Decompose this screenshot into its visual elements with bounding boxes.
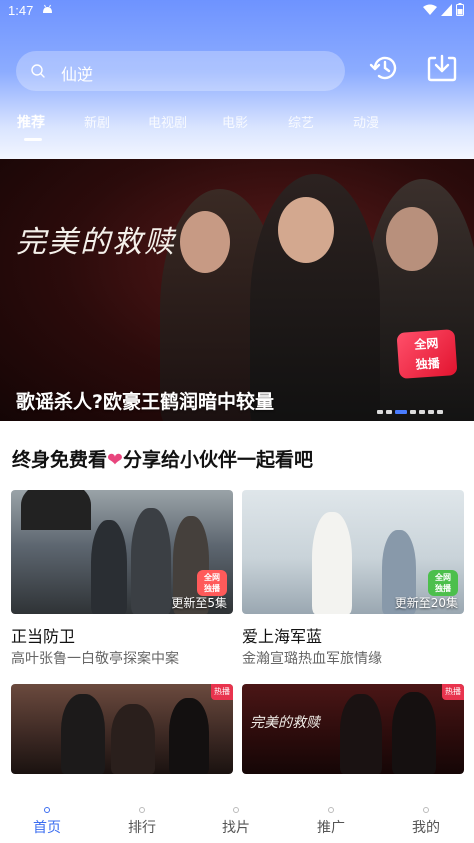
- banner-face: [386, 207, 438, 271]
- carousel-dot[interactable]: [428, 410, 434, 414]
- hero-banner[interactable]: 完美的救赎 全网 独播 歌谣杀人?欧豪王鹤润暗中较量: [0, 159, 474, 421]
- promote-icon: [328, 807, 334, 813]
- badge-line: 全网: [204, 573, 220, 582]
- promo-heading: 终身免费看❤分享给小伙伴一起看吧: [12, 445, 313, 472]
- show-poster: 完美的救赎 热播: [242, 684, 464, 774]
- show-card[interactable]: 热播: [11, 684, 233, 774]
- exclusive-badge: 全网 独播: [428, 570, 458, 596]
- episode-update: 更新至5集: [171, 596, 227, 610]
- poster-figure: [340, 694, 382, 774]
- status-bar: 1:47: [0, 0, 474, 22]
- ranking-icon: [139, 807, 145, 813]
- tabbar-ranking[interactable]: 排行: [112, 795, 172, 837]
- poster-figure: [392, 692, 436, 774]
- battery-icon: [456, 3, 464, 16]
- carousel-dot[interactable]: [437, 410, 443, 414]
- history-icon[interactable]: [369, 52, 401, 84]
- hot-tag: 热播: [211, 684, 233, 700]
- tab-new-drama[interactable]: 新剧: [84, 112, 110, 131]
- exclusive-badge: 全网 独播: [197, 570, 227, 596]
- home-icon: [44, 807, 50, 813]
- header-area: 1:47 仙逆 推荐 新剧 电视剧 电影 综艺 动漫: [0, 0, 474, 159]
- active-tab-indicator: [24, 138, 42, 141]
- show-description: 高叶张鲁一白敬亭探案中案: [11, 651, 179, 667]
- banner-face: [180, 211, 230, 273]
- tab-variety[interactable]: 综艺: [288, 112, 314, 131]
- bottom-tab-bar: 首页 排行 找片 推广 我的: [0, 795, 474, 843]
- show-title: 爱上海军蓝: [242, 627, 323, 646]
- profile-icon: [423, 807, 429, 813]
- exclusive-badge: 全网 独播: [396, 329, 458, 379]
- download-icon[interactable]: [426, 52, 458, 84]
- banner-face: [278, 197, 334, 263]
- tabbar-label: 首页: [33, 820, 61, 836]
- tab-tv-series[interactable]: 电视剧: [148, 112, 187, 131]
- show-poster: 全网 独播 更新至5集: [11, 490, 233, 614]
- tabbar-label: 找片: [222, 820, 250, 836]
- badge-line: 独播: [435, 584, 451, 593]
- search-bar[interactable]: 仙逆: [16, 51, 345, 91]
- tabbar-label: 我的: [412, 820, 440, 836]
- badge-line: 全网: [435, 573, 451, 582]
- tab-movies[interactable]: 电影: [222, 112, 248, 131]
- search-input[interactable]: 仙逆: [61, 61, 93, 85]
- poster-figure: [61, 694, 105, 774]
- tabbar-profile[interactable]: 我的: [396, 795, 456, 837]
- tabbar-home[interactable]: 首页: [17, 795, 77, 837]
- signal-icon: [441, 3, 452, 16]
- status-icons: [423, 3, 464, 16]
- tab-recommend[interactable]: 推荐: [17, 112, 45, 132]
- badge-line: 独播: [204, 584, 220, 593]
- show-poster: 全网 独播 更新至20集: [242, 490, 464, 614]
- poster-figure: [91, 520, 127, 614]
- carousel-dot[interactable]: [377, 410, 383, 414]
- show-poster: 热播: [11, 684, 233, 774]
- show-card[interactable]: 全网 独播 更新至5集 正当防卫 高叶张鲁一白敬亭探案中案: [11, 490, 233, 680]
- tab-anime[interactable]: 动漫: [353, 112, 379, 131]
- banner-title: 歌谣杀人?欧豪王鹤润暗中较量: [16, 391, 275, 413]
- heart-icon: ❤: [107, 449, 123, 471]
- search-icon: [31, 64, 45, 78]
- promo-heading-part1: 终身免费看: [12, 449, 108, 471]
- banner-show-logo: 完美的救赎: [16, 225, 176, 260]
- tabbar-label: 排行: [128, 820, 156, 836]
- carousel-dot[interactable]: [395, 410, 407, 414]
- show-card[interactable]: 全网 独播 更新至20集 爱上海军蓝 金瀚宣璐热血军旅情缘: [242, 490, 464, 680]
- poster-figure: [131, 508, 171, 614]
- tabbar-label: 推广: [317, 820, 345, 836]
- carousel-dot[interactable]: [419, 410, 425, 414]
- show-title: 正当防卫: [11, 627, 76, 646]
- carousel-dot[interactable]: [410, 410, 416, 414]
- show-description: 金瀚宣璐热血军旅情缘: [242, 651, 382, 667]
- wifi-icon: [423, 4, 437, 15]
- show-card[interactable]: 完美的救赎 热播: [242, 684, 464, 774]
- hot-tag: 热播: [442, 684, 464, 700]
- carousel-dot[interactable]: [386, 410, 392, 414]
- status-time: 1:47: [8, 3, 34, 18]
- episode-update: 更新至20集: [394, 596, 458, 610]
- carousel-indicator: [377, 410, 443, 414]
- umbrella-shape: [21, 490, 91, 530]
- poster-logo: 完美的救赎: [250, 715, 320, 731]
- promo-heading-part2: 分享给小伙伴一起看吧: [122, 449, 313, 471]
- poster-figure: [312, 512, 352, 614]
- android-notification-icon: [43, 4, 52, 13]
- poster-figure: [111, 704, 155, 774]
- discover-icon: [233, 807, 239, 813]
- poster-figure: [169, 698, 209, 774]
- tabbar-discover[interactable]: 找片: [206, 795, 266, 837]
- tabbar-promote[interactable]: 推广: [301, 795, 361, 837]
- category-tabs: 推荐 新剧 电视剧 电影 综艺 动漫: [0, 112, 474, 142]
- badge-line: 独播: [415, 356, 441, 372]
